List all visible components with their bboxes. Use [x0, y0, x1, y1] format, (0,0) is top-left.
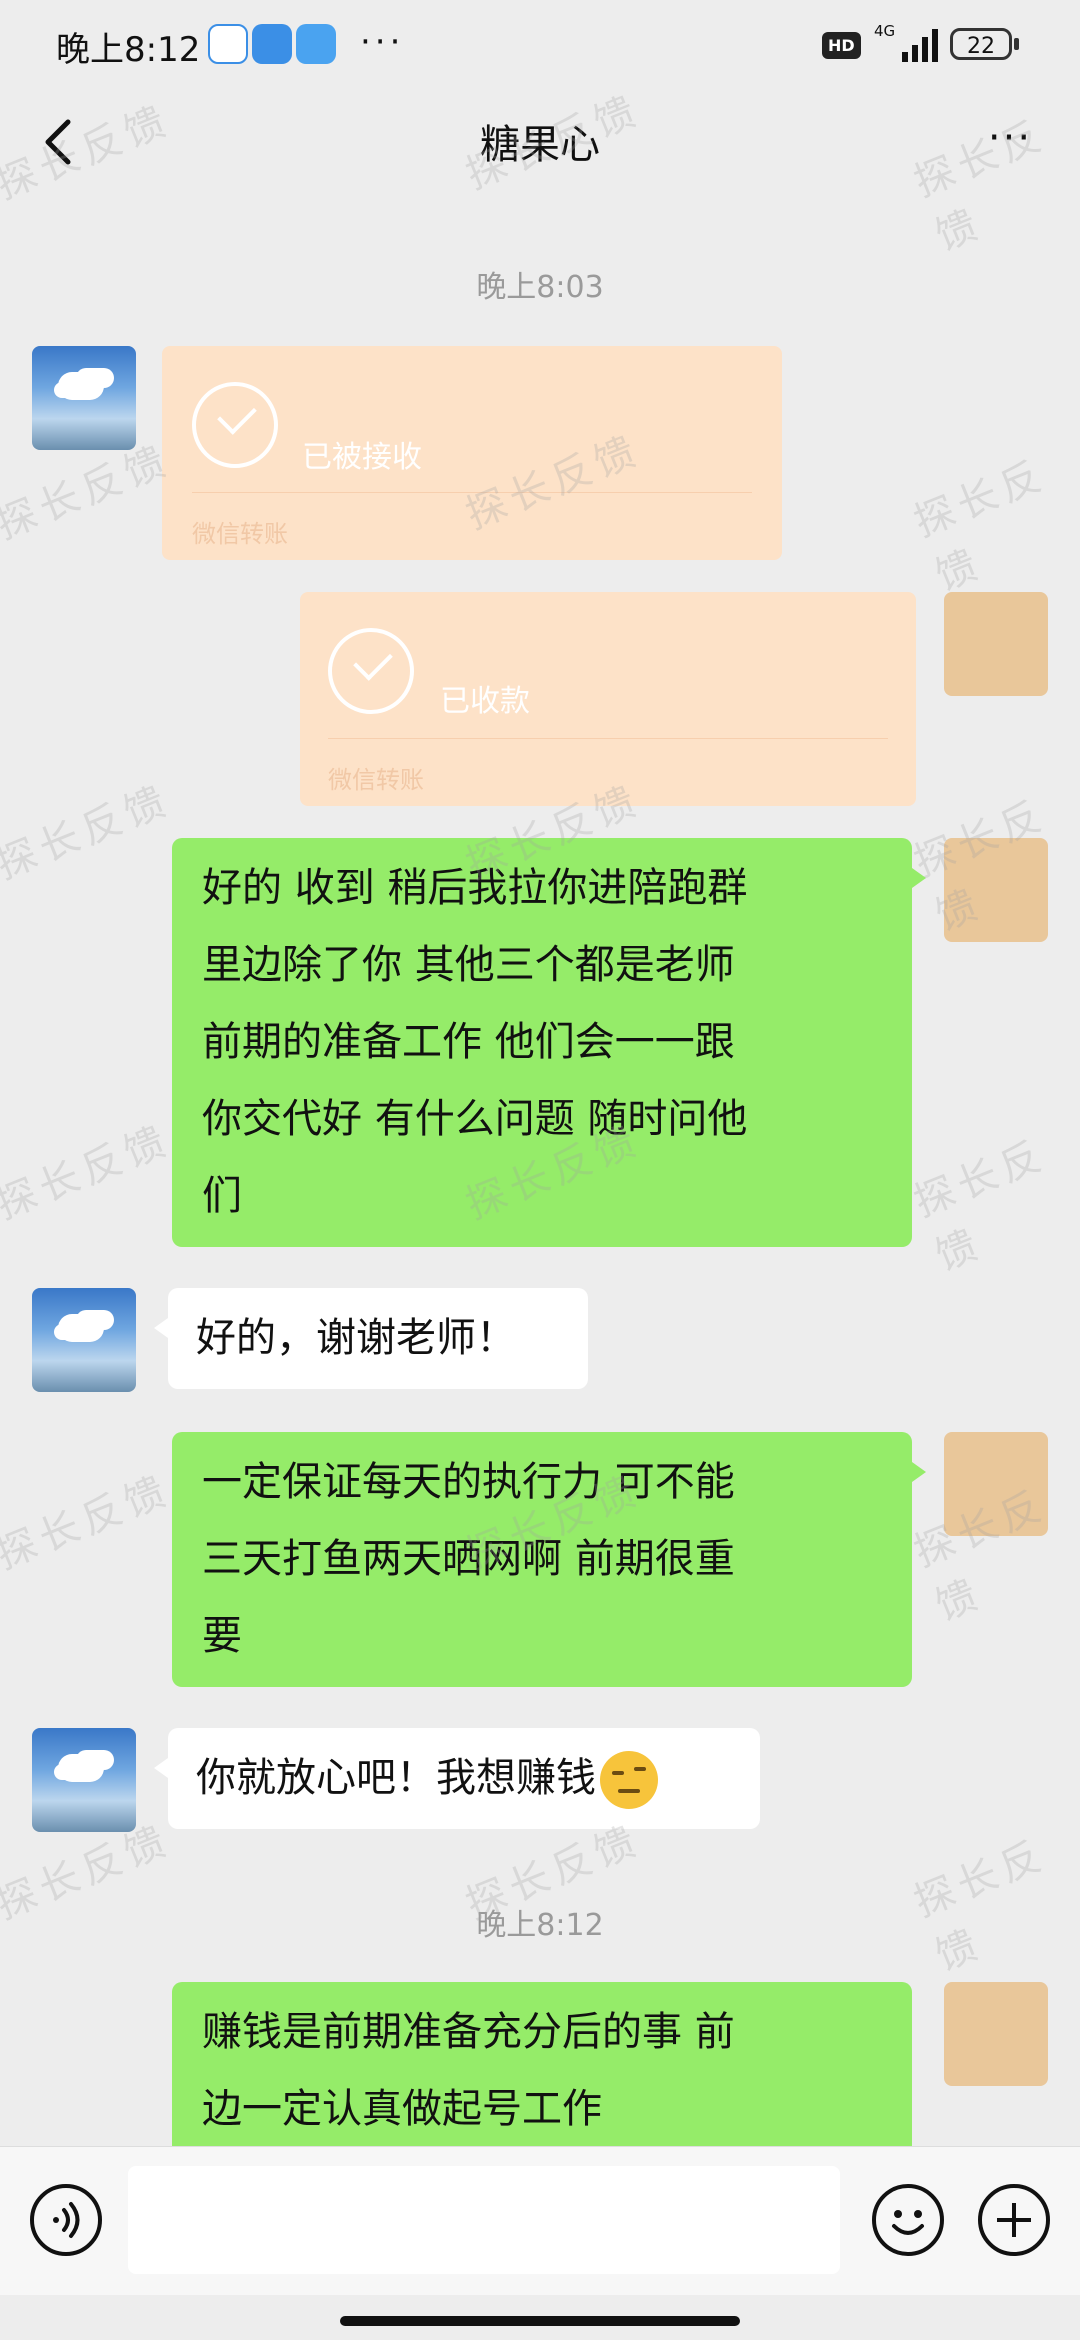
- message-bubble-sent[interactable]: 好的 收到 稍后我拉你进陪跑群 里边除了你 其他三个都是老师 前期的准备工作 他…: [172, 838, 926, 1247]
- message-bubble-sent[interactable]: 一定保证每天的执行力 可不能 三天打鱼两天晒网啊 前期很重 要: [172, 1432, 926, 1687]
- emoji-icon[interactable]: [872, 2184, 944, 2256]
- home-indicator: [340, 2316, 740, 2326]
- message-bubble-sent[interactable]: 赚钱是前期准备充分后的事 前 边一定认真做起号工作: [172, 1982, 912, 2146]
- contact-avatar[interactable]: [32, 1288, 136, 1392]
- message-line: 三天打鱼两天晒网啊 前期很重: [202, 1536, 735, 1582]
- message-bubble-received[interactable]: 好的，谢谢老师！: [154, 1288, 588, 1389]
- my-avatar[interactable]: [944, 592, 1048, 696]
- transfer-card-received[interactable]: 已被接收 微信转账: [162, 346, 782, 560]
- message-bubble-received[interactable]: 你就放心吧！我想赚钱: [154, 1728, 760, 1829]
- hd-badge: HD: [822, 32, 861, 59]
- my-avatar[interactable]: [944, 838, 1048, 942]
- status-time: 晚上8:12: [56, 30, 201, 70]
- network-label: 4G: [874, 22, 896, 40]
- app-notification-icon: [296, 24, 336, 64]
- check-circle-icon: [192, 382, 278, 468]
- transfer-status: 已被接收: [302, 440, 422, 475]
- watermark: 探长反馈: [907, 1131, 1054, 1280]
- message-line: 要: [202, 1613, 242, 1659]
- message-input[interactable]: [128, 2166, 840, 2274]
- voice-icon[interactable]: [30, 2184, 102, 2256]
- chat-title: 糖果心: [480, 122, 600, 168]
- message-line: 边一定认真做起号工作: [202, 2086, 602, 2132]
- message-timestamp: 晚上8:12: [476, 1908, 604, 1943]
- message-line: 好的 收到 稍后我拉你进陪跑群: [202, 865, 748, 911]
- watermark: 探长反馈: [0, 1466, 178, 1579]
- more-options-button[interactable]: ···: [970, 112, 1050, 172]
- transfer-status: 已收款: [440, 684, 530, 719]
- signal-icon: [902, 29, 938, 62]
- app-notification-icon: [208, 24, 248, 64]
- message-line: 里边除了你 其他三个都是老师: [202, 942, 735, 988]
- check-circle-icon: [328, 628, 414, 714]
- message-line: 前期的准备工作 他们会一一跟: [202, 1019, 735, 1065]
- watermark: 探长反馈: [0, 776, 178, 889]
- transfer-footer: 微信转账: [328, 766, 424, 794]
- transfer-card-collected[interactable]: 已收款 微信转账: [300, 592, 916, 806]
- watermark: 探长反馈: [0, 1116, 178, 1229]
- watermark: 探长反馈: [907, 1831, 1054, 1980]
- status-more-dots: ···: [360, 22, 405, 62]
- plus-icon[interactable]: [978, 2184, 1050, 2256]
- smirk-emoji-icon: [600, 1751, 658, 1809]
- transfer-footer: 微信转账: [192, 520, 288, 548]
- battery-icon: 22: [950, 28, 1012, 60]
- app-notification-icon: [252, 24, 292, 64]
- message-line: 你就放心吧！我想赚钱: [196, 1755, 596, 1801]
- message-timestamp: 晚上8:03: [476, 270, 604, 305]
- my-avatar[interactable]: [944, 1982, 1048, 2086]
- message-line: 你交代好 有什么问题 随时问他: [202, 1096, 748, 1142]
- contact-avatar[interactable]: [32, 346, 136, 450]
- message-line: 一定保证每天的执行力 可不能: [202, 1459, 735, 1505]
- watermark: 探长反馈: [907, 451, 1054, 600]
- message-line: 赚钱是前期准备充分后的事 前: [202, 2009, 735, 2055]
- my-avatar[interactable]: [944, 1432, 1048, 1536]
- contact-avatar[interactable]: [32, 1728, 136, 1832]
- divider: [328, 738, 888, 739]
- battery-tip: [1014, 38, 1019, 50]
- message-line: 们: [202, 1173, 242, 1219]
- status-bar: 晚上8:12 ··· HD 4G 22: [0, 0, 1080, 96]
- divider: [192, 492, 752, 493]
- message-line: 好的，谢谢老师！: [196, 1315, 516, 1361]
